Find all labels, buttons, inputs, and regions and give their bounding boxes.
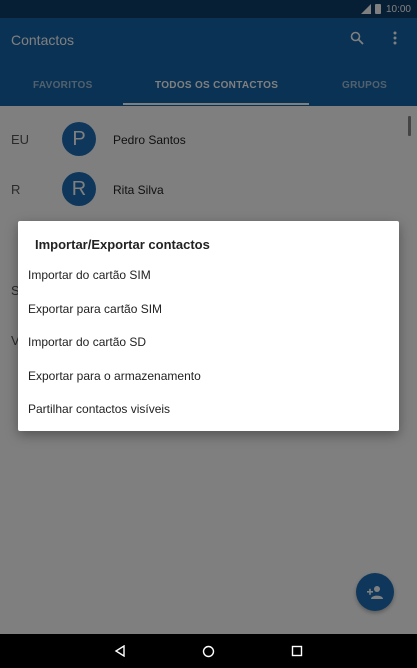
back-triangle-icon[interactable] (113, 644, 127, 658)
home-circle-icon[interactable] (201, 644, 215, 658)
screen: 10:00 Contactos FAVORITOS TODOS OS CONTA (0, 0, 417, 668)
import-export-dialog: Importar/Exportar contactos Importar do … (18, 221, 399, 431)
recents-square-icon[interactable] (290, 644, 304, 658)
menu-item-import-sim[interactable]: Importar do cartão SIM (28, 268, 151, 282)
menu-item-import-sd[interactable]: Importar do cartão SD (28, 335, 146, 349)
navigation-bar (0, 634, 417, 668)
menu-item-export-sim[interactable]: Exportar para cartão SIM (28, 302, 162, 316)
menu-item-export-storage[interactable]: Exportar para o armazenamento (28, 369, 201, 383)
dialog-title: Importar/Exportar contactos (35, 237, 210, 252)
menu-item-share-visible[interactable]: Partilhar contactos visíveis (28, 402, 170, 416)
